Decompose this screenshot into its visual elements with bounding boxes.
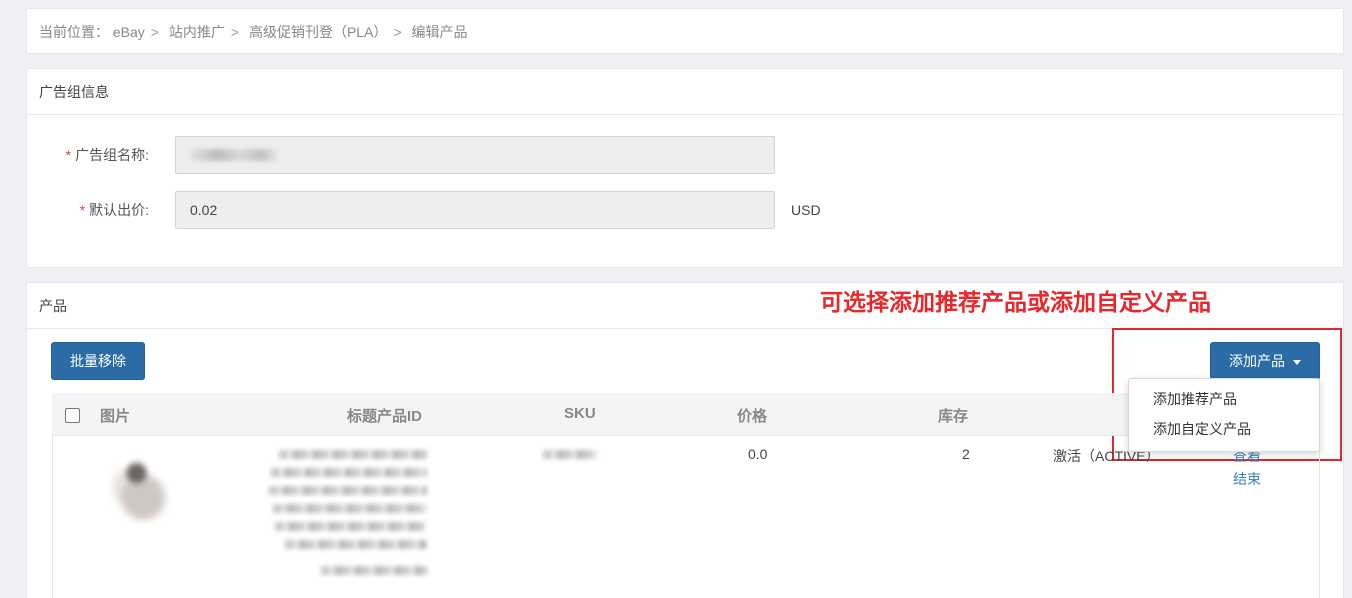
blurred-product-id <box>321 566 427 575</box>
caret-down-icon <box>1293 359 1301 365</box>
dropdown-item-add-recommended[interactable]: 添加推荐产品 <box>1129 387 1319 417</box>
breadcrumb-panel: 当前位置： eBay > 站内推广 > 高级促销刊登（PLA） > 编辑产品 <box>26 8 1344 54</box>
default-bid-row: * 默认出价: 0.02 USD <box>27 191 821 229</box>
column-header-image: 图片 <box>100 408 131 425</box>
breadcrumb: 当前位置： eBay > 站内推广 > 高级促销刊登（PLA） > 编辑产品 <box>39 22 468 42</box>
column-header-sku: SKU <box>564 405 596 422</box>
stock-cell: 2 <box>962 446 970 462</box>
adgroup-name-row: * 广告组名称: <box>27 136 775 174</box>
blurred-title-line <box>273 504 427 513</box>
batch-remove-button[interactable]: 批量移除 <box>51 342 145 380</box>
column-header-price: 价格 <box>737 408 768 425</box>
dropdown-item-add-custom[interactable]: 添加自定义产品 <box>1129 417 1319 447</box>
select-all-checkbox[interactable] <box>65 408 80 423</box>
blurred-title-line <box>269 486 427 495</box>
breadcrumb-item-pla[interactable]: 高级促销刊登（PLA） <box>249 24 387 40</box>
breadcrumb-item-current: 编辑产品 <box>411 24 468 40</box>
add-product-dropdown: 添加推荐产品 添加自定义产品 <box>1128 378 1320 452</box>
chevron-right-icon: > <box>150 24 159 40</box>
adgroup-name-label: * 广告组名称: <box>65 147 149 163</box>
required-mark: * <box>65 147 72 163</box>
product-image <box>111 452 175 522</box>
blurred-title-line <box>279 450 427 459</box>
price-cell: 0.0 <box>748 446 768 462</box>
add-product-button[interactable]: 添加产品 <box>1210 342 1320 380</box>
adgroup-panel-title: 广告组信息 <box>27 69 1343 115</box>
table-row: 0.0 2 激活（ACTIVE） 查看 结束 <box>52 436 1320 598</box>
column-header-stock: 库存 <box>938 408 969 425</box>
breadcrumb-item-ebay[interactable]: eBay <box>113 24 145 40</box>
adgroup-panel: 广告组信息 * 广告组名称: * 默认出价: 0.02 USD <box>26 68 1344 268</box>
default-bid-label: * 默认出价: <box>79 202 149 218</box>
end-link[interactable]: 结束 <box>1233 469 1261 489</box>
chevron-right-icon: > <box>393 24 402 40</box>
default-bid-input[interactable]: 0.02 <box>175 191 775 229</box>
breadcrumb-item-promotion[interactable]: 站内推广 <box>169 24 225 40</box>
add-product-label: 添加产品 <box>1229 353 1285 369</box>
required-mark: * <box>79 202 86 218</box>
adgroup-name-input[interactable] <box>175 136 775 174</box>
chevron-right-icon: > <box>230 24 240 40</box>
currency-label: USD <box>791 202 821 218</box>
blurred-title-line <box>275 522 425 531</box>
breadcrumb-prefix: 当前位置： <box>39 24 109 40</box>
blurred-name-value <box>190 149 280 161</box>
blurred-title-line <box>271 468 427 477</box>
column-header-title: 标题产品ID <box>347 408 423 425</box>
annotation-text: 可选择添加推荐产品或添加自定义产品 <box>820 289 1211 315</box>
blurred-sku <box>543 450 597 459</box>
blurred-title-line <box>285 540 427 549</box>
